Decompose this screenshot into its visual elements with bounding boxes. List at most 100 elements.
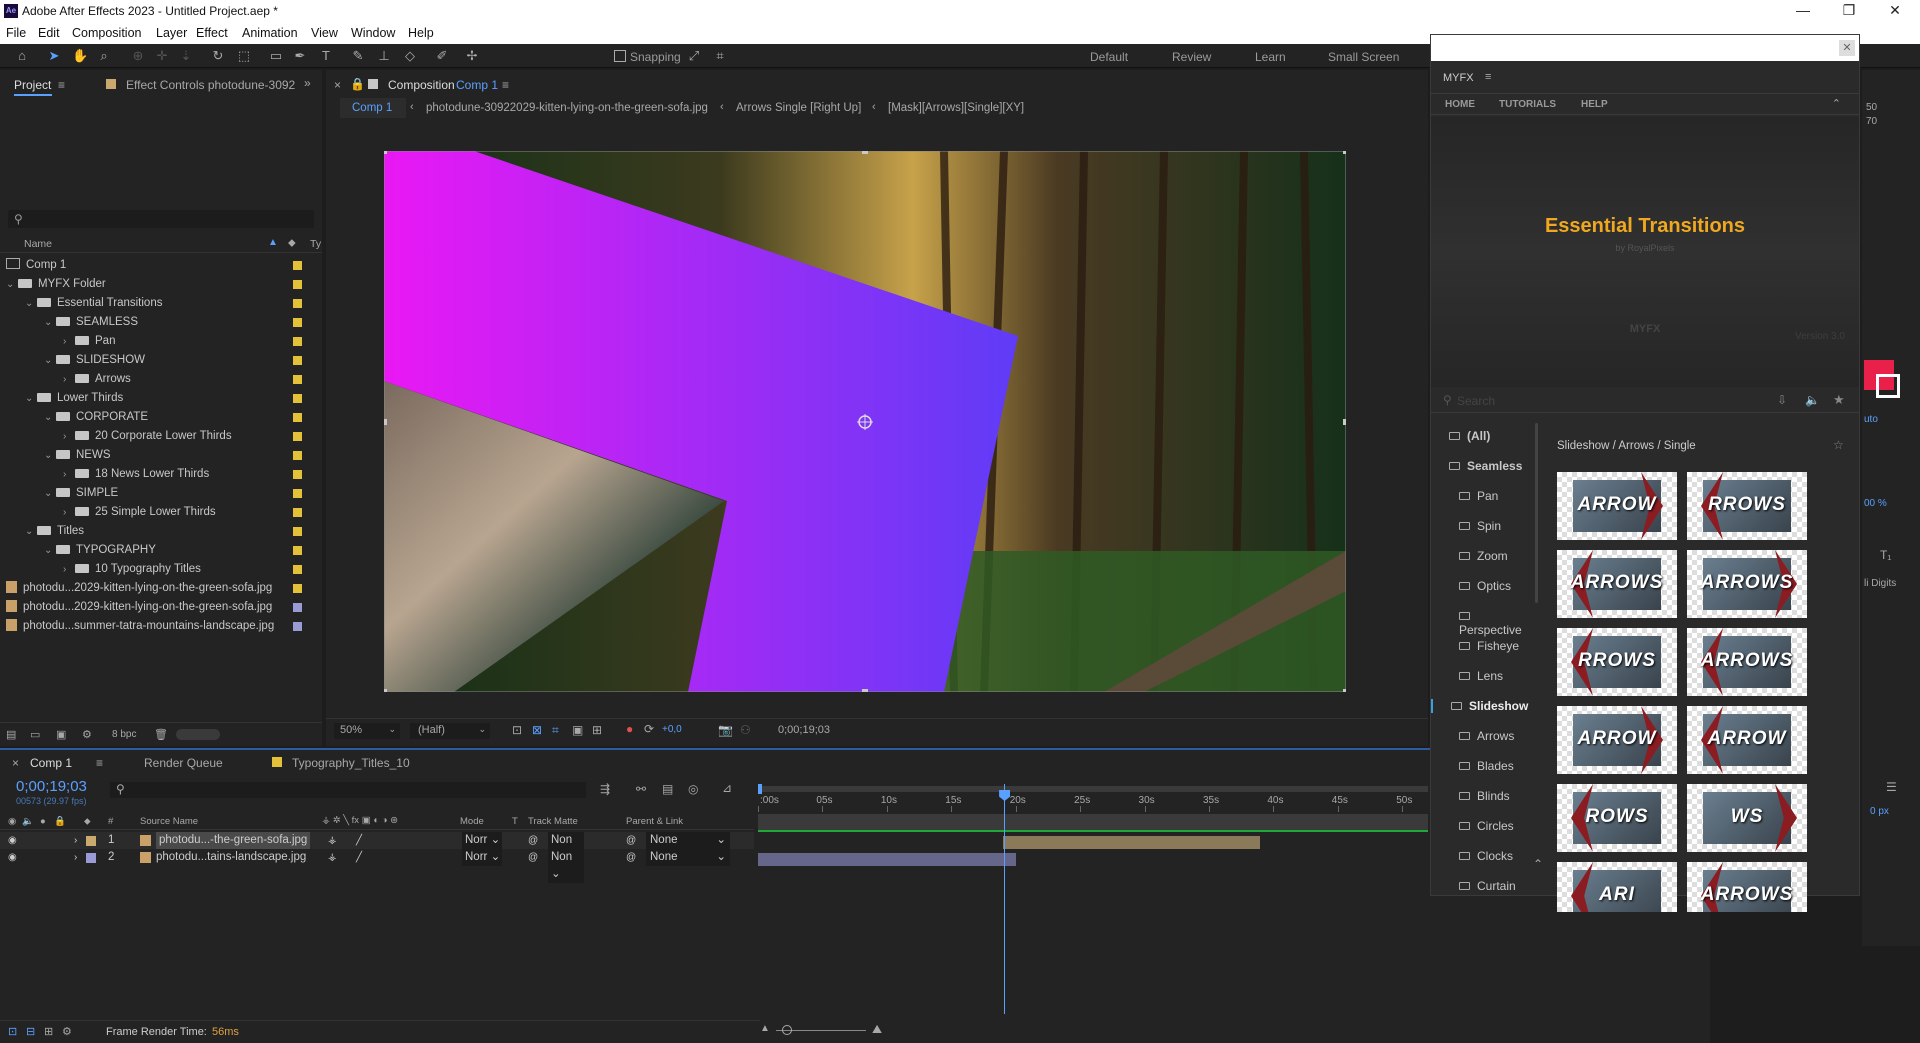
- myfx-close-icon[interactable]: ✕: [1839, 40, 1855, 56]
- label-color-swatch[interactable]: [293, 299, 302, 308]
- delete-icon[interactable]: 🗑: [154, 728, 168, 741]
- myfx-category-item[interactable]: Zoom: [1459, 549, 1508, 563]
- category-scrollbar[interactable]: [1535, 423, 1538, 603]
- label-color-swatch[interactable]: [293, 356, 302, 365]
- chevron-down-icon[interactable]: ⌄: [44, 351, 56, 370]
- new-folder-icon[interactable]: ▭: [30, 728, 40, 741]
- workspace-learn[interactable]: Learn: [1255, 50, 1286, 64]
- spiral-icon[interactable]: @: [528, 849, 538, 866]
- myfx-category-item[interactable]: Blinds: [1459, 789, 1510, 803]
- menu-file[interactable]: File: [6, 26, 26, 40]
- parent-pickwhip-icon[interactable]: @: [626, 849, 636, 866]
- label-color-swatch[interactable]: [293, 261, 302, 270]
- panel-menu-icon[interactable]: ≡: [58, 78, 65, 92]
- favorites-icon[interactable]: ★: [1833, 392, 1845, 408]
- exposure-value[interactable]: +0,0: [662, 724, 682, 735]
- zoom-dropdown[interactable]: 50% ⌄: [334, 723, 400, 739]
- sort-arrow-icon[interactable]: ▲: [268, 237, 278, 248]
- label-color-swatch[interactable]: [293, 375, 302, 384]
- sound-icon[interactable]: 🔈: [1805, 393, 1820, 407]
- time-navigator[interactable]: [758, 814, 1428, 830]
- myfx-category-item[interactable]: Fisheye: [1459, 639, 1519, 653]
- tab-comp-1[interactable]: Comp 1: [30, 756, 72, 770]
- menu-composition[interactable]: Composition: [72, 26, 141, 40]
- layer-source-name[interactable]: photodu...-the-green-sofa.jpg: [156, 832, 311, 849]
- label-color-swatch[interactable]: [293, 622, 302, 631]
- mask-visibility-icon[interactable]: ⌗: [552, 723, 559, 738]
- bpc-label[interactable]: 8 bpc: [112, 729, 136, 740]
- project-item[interactable]: ⌄ SEAMLESS: [0, 313, 320, 332]
- layer-source-name[interactable]: photodu...tains-landscape.jpg: [156, 849, 306, 866]
- breadcrumb-effect[interactable]: Arrows Single [Right Up]: [736, 102, 861, 114]
- label-color-swatch[interactable]: [293, 280, 302, 289]
- toggle-switches-icon[interactable]: ⊡: [8, 1025, 17, 1038]
- spiral-icon[interactable]: @: [528, 832, 538, 849]
- quality-switch-icon[interactable]: ╱: [356, 849, 362, 866]
- text-subscript-icon[interactable]: T₁: [1880, 548, 1891, 562]
- selection-tool-icon[interactable]: ➤: [46, 48, 62, 64]
- menu-layer[interactable]: Layer: [156, 26, 187, 40]
- blend-mode-dropdown[interactable]: Norr ⌄: [462, 849, 502, 866]
- label-column-icon[interactable]: ⬥: [288, 237, 296, 250]
- col-t[interactable]: T: [512, 816, 518, 827]
- hand-tool-icon[interactable]: ✋: [72, 48, 88, 64]
- work-area-bar[interactable]: [758, 786, 1428, 792]
- chevron-down-icon[interactable]: ⌄: [44, 484, 56, 503]
- fast-preview-icon[interactable]: ⊡: [512, 723, 522, 737]
- blend-mode-dropdown[interactable]: Norr ⌄: [462, 832, 502, 849]
- menu-view[interactable]: View: [311, 26, 338, 40]
- myfx-category-item[interactable]: Spin: [1459, 519, 1501, 533]
- transparency-grid-icon[interactable]: ⊠: [532, 723, 542, 737]
- col-track-matte[interactable]: Track Matte: [528, 816, 578, 827]
- label-color-swatch[interactable]: [293, 470, 302, 479]
- myfx-menu-icon[interactable]: ≡: [1485, 71, 1491, 83]
- composition-flowchart-icon[interactable]: ⇶: [600, 782, 610, 796]
- eraser-tool-icon[interactable]: ◇: [402, 48, 418, 64]
- menu-animation[interactable]: Animation: [242, 26, 298, 40]
- project-item[interactable]: photodu...summer-tatra-mountains-landsca…: [0, 617, 320, 636]
- project-item[interactable]: ⌄ Essential Transitions: [0, 294, 320, 313]
- label-color-swatch[interactable]: [293, 394, 302, 403]
- timeline-search-input[interactable]: ⚲: [110, 782, 586, 798]
- tab-typography-titles[interactable]: Typography_Titles_10: [292, 756, 410, 770]
- comp-menu-icon[interactable]: ≡: [502, 78, 509, 92]
- layer-label-swatch[interactable]: [86, 853, 96, 863]
- type-tool-icon[interactable]: T: [318, 48, 334, 64]
- shy-switch-icon[interactable]: ⚶: [328, 832, 337, 849]
- shy-layers-icon[interactable]: ▤: [662, 782, 673, 796]
- shy-switch-icon[interactable]: ⚶: [328, 849, 337, 866]
- chevron-down-icon[interactable]: ⌄: [25, 294, 37, 313]
- project-item[interactable]: › 18 News Lower Thirds: [0, 465, 320, 484]
- myfx-category-item[interactable]: Slideshow: [1431, 699, 1535, 713]
- snapshot-icon[interactable]: 📷: [718, 723, 733, 737]
- myfx-category-item[interactable]: (All): [1449, 429, 1490, 443]
- chevron-down-icon[interactable]: ⌄: [44, 313, 56, 332]
- workspace-small-screen[interactable]: Small Screen: [1328, 50, 1399, 64]
- frame-blending-icon[interactable]: ◎: [688, 782, 698, 796]
- myfx-category-item[interactable]: Perspective: [1459, 609, 1539, 637]
- collapse-icon[interactable]: ⌃: [1832, 97, 1841, 110]
- quality-switch-icon[interactable]: ╱: [356, 832, 362, 849]
- layer-duration-bar[interactable]: [1002, 836, 1261, 849]
- grid-guides-icon[interactable]: ⊞: [592, 723, 602, 737]
- graph-editor-icon[interactable]: ⊿: [722, 781, 732, 795]
- work-area-start[interactable]: [758, 784, 762, 794]
- myfx-category-item[interactable]: Arrows: [1459, 729, 1514, 743]
- minimize-button[interactable]: —: [1780, 0, 1826, 22]
- menu-edit[interactable]: Edit: [38, 26, 60, 40]
- myfx-preset-thumbnail[interactable]: ARROW: [1687, 706, 1807, 774]
- zoom-tool-icon[interactable]: ⌕: [96, 48, 112, 64]
- playhead[interactable]: [999, 784, 1011, 1014]
- anchor-tool-icon[interactable]: ⬚: [236, 48, 252, 64]
- snap-grid-icon[interactable]: ⌗: [712, 48, 728, 64]
- myfx-preset-thumbnail[interactable]: WS: [1687, 784, 1807, 852]
- thumbnail-slider[interactable]: [176, 729, 220, 740]
- myfx-preset-thumbnail[interactable]: RROWS: [1557, 628, 1677, 696]
- draft-3d-icon[interactable]: ⚯: [636, 782, 646, 796]
- project-item[interactable]: › 10 Typography Titles: [0, 560, 320, 579]
- solo-column-icon[interactable]: ●: [40, 816, 46, 827]
- workspace-default[interactable]: Default: [1090, 50, 1128, 64]
- track-matte-dropdown[interactable]: Non ⌄: [548, 849, 584, 883]
- chevron-right-icon[interactable]: ›: [63, 427, 75, 446]
- eye-icon[interactable]: ◉: [8, 832, 17, 849]
